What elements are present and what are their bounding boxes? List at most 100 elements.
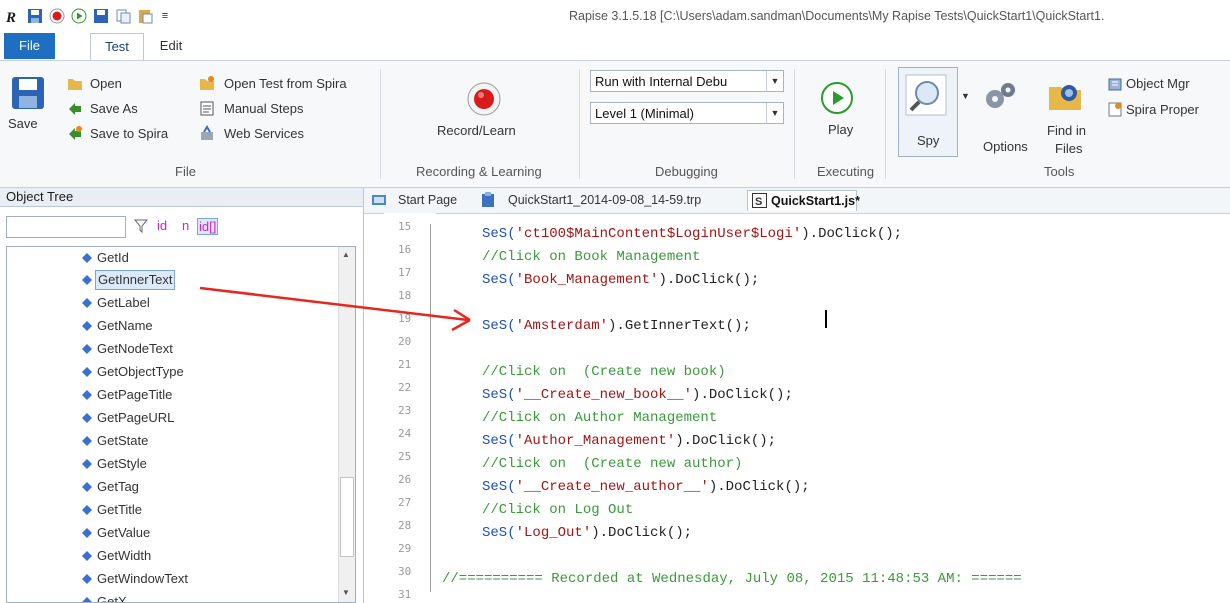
- toggle-id-h[interactable]: id[]: [197, 218, 219, 235]
- save-button[interactable]: Save: [8, 116, 38, 131]
- scroll-down-icon[interactable]: ▼: [342, 588, 350, 597]
- code-line[interactable]: SeS('__Create_new_book__').DoClick();: [482, 387, 793, 403]
- tree-item[interactable]: GetState: [82, 430, 150, 451]
- object-tree: GetId GetInnerText GetLabel GetName GetN…: [6, 246, 356, 603]
- open-test-from-spira-button[interactable]: Open Test from Spira: [224, 76, 347, 91]
- tab-test[interactable]: Test: [90, 33, 144, 60]
- method-icon: [82, 316, 92, 331]
- tree-item[interactable]: GetObjectType: [82, 361, 186, 382]
- object-mgr-button[interactable]: Object Mgr: [1126, 76, 1190, 91]
- code-line[interactable]: SeS('ct100$MainContent$LoginUser$Logi').…: [482, 226, 902, 242]
- scrollbar-thumb[interactable]: [340, 477, 354, 557]
- executing-group-label: Executing: [817, 164, 875, 179]
- tree-item[interactable]: GetId: [82, 247, 131, 268]
- code-line[interactable]: //Click on Author Management: [482, 410, 717, 426]
- tree-item[interactable]: GetNodeText: [82, 338, 175, 359]
- code-line[interactable]: //Click on Book Management: [482, 249, 700, 265]
- tree-item[interactable]: GetWidth: [82, 545, 153, 566]
- tree-item[interactable]: GetTag: [82, 476, 141, 497]
- filter-icon[interactable]: [134, 219, 148, 233]
- tab-trp-file[interactable]: QuickStart1_2014-09-08_14-59.trp: [508, 193, 701, 207]
- file-group-label: File: [175, 164, 196, 179]
- line-number: 27: [398, 496, 412, 509]
- line-number-gutter: 15 16 17 18 19 20 21 22 23 24 25 26 27 2…: [384, 213, 436, 603]
- method-icon: [82, 248, 92, 263]
- tab-js-file[interactable]: S QuickStart1.js*: [747, 190, 860, 211]
- save-qat-icon[interactable]: [26, 7, 44, 25]
- customize-qat-icon[interactable]: ≡: [156, 7, 174, 25]
- tab-file[interactable]: File: [4, 33, 55, 59]
- tab-start-page[interactable]: Start Page: [398, 193, 457, 207]
- tab-edit[interactable]: Edit: [152, 33, 190, 59]
- options-button[interactable]: Options: [983, 139, 1028, 154]
- svg-text:S: S: [755, 196, 762, 208]
- tree-scrollbar[interactable]: ▲ ▼: [338, 247, 355, 602]
- play-button[interactable]: Play: [828, 122, 853, 137]
- code-line[interactable]: //Click on Log Out: [482, 502, 633, 518]
- record-learn-button[interactable]: Record/Learn: [437, 123, 516, 138]
- save-as-icon: [69, 103, 81, 115]
- toggle-n[interactable]: n: [182, 218, 189, 233]
- ribbon: Save Open Save As Save to Spira Open Tes…: [0, 60, 1230, 188]
- code-token: SeS(: [482, 525, 516, 541]
- find-in-files-button-line2[interactable]: Files: [1055, 141, 1082, 156]
- code-line[interactable]: //Click on (Create new book): [482, 364, 726, 380]
- method-icon: [82, 431, 92, 446]
- spy-dropdown-icon[interactable]: ▼: [961, 91, 970, 101]
- tree-item-label: GetLabel: [97, 295, 150, 310]
- tree-item[interactable]: GetX: [82, 591, 129, 602]
- code-line[interactable]: SeS('__Create_new_author__').DoClick();: [482, 479, 810, 495]
- paste-qat-icon[interactable]: [136, 7, 154, 25]
- code-token: SeS(: [482, 479, 516, 495]
- tree-item[interactable]: GetStyle: [82, 453, 149, 474]
- line-number: 18: [398, 289, 412, 302]
- find-in-files-button[interactable]: Find in: [1047, 123, 1086, 138]
- code-token: ).DoClick();: [591, 525, 693, 541]
- tree-item[interactable]: GetWindowText: [82, 568, 190, 589]
- line-number: 16: [398, 243, 412, 256]
- line-number: 20: [398, 335, 412, 348]
- code-line[interactable]: //Click on (Create new author): [482, 456, 742, 472]
- toggle-id[interactable]: id: [157, 218, 167, 233]
- save-as-button[interactable]: Save As: [90, 101, 138, 116]
- group-divider: [794, 69, 795, 179]
- debug-level-select[interactable]: Level 1 (Minimal) ▼: [590, 102, 784, 124]
- tree-item-selected[interactable]: GetInnerText: [82, 269, 176, 290]
- code-line[interactable]: SeS('Log_Out').DoClick();: [482, 525, 692, 541]
- manual-steps-button[interactable]: Manual Steps: [224, 101, 304, 116]
- tree-item[interactable]: GetName: [82, 315, 155, 336]
- tree-item[interactable]: GetTitle: [82, 499, 144, 520]
- tree-item[interactable]: GetLabel: [82, 292, 152, 313]
- spira-properties-button[interactable]: Spira Proper: [1126, 102, 1199, 117]
- code-token: ).DoClick();: [708, 479, 810, 495]
- play-icon[interactable]: [820, 81, 854, 115]
- run-mode-value: Run with Internal Debu: [595, 74, 728, 89]
- copy-qat-icon[interactable]: [114, 7, 132, 25]
- method-icon: [82, 592, 92, 602]
- spy-button[interactable]: Spy: [898, 67, 958, 157]
- play-qat-icon[interactable]: [70, 7, 88, 25]
- open-button[interactable]: Open: [90, 76, 122, 91]
- method-icon: [82, 339, 92, 354]
- object-tree-filter-input[interactable]: [6, 216, 126, 238]
- tree-item-label: GetWindowText: [97, 571, 189, 586]
- code-line[interactable]: SeS('Author_Management').DoClick();: [482, 433, 776, 449]
- line-number: 17: [398, 266, 412, 279]
- scroll-up-icon[interactable]: ▲: [342, 250, 350, 259]
- run-mode-select[interactable]: Run with Internal Debu ▼: [590, 70, 784, 92]
- record-icon[interactable]: [466, 81, 502, 117]
- web-services-button[interactable]: Web Services: [224, 126, 304, 141]
- code-token: ).DoClick();: [675, 433, 777, 449]
- tree-item[interactable]: GetPageURL: [82, 407, 176, 428]
- tree-item[interactable]: GetValue: [82, 522, 152, 543]
- tree-item[interactable]: GetPageTitle: [82, 384, 174, 405]
- code-line[interactable]: SeS('Book_Management').DoClick();: [482, 272, 759, 288]
- code-line[interactable]: //========== Recorded at Wednesday, July…: [442, 571, 1022, 587]
- save-all-qat-icon[interactable]: [92, 7, 110, 25]
- save-to-spira-button[interactable]: Save to Spira: [90, 126, 168, 141]
- code-token: SeS(: [482, 387, 516, 403]
- code-line-current[interactable]: SeS('Amsterdam').GetInnerText();: [482, 318, 751, 334]
- save-large-icon[interactable]: [10, 75, 46, 111]
- record-qat-icon[interactable]: [48, 7, 66, 25]
- tree-item-label: GetPageURL: [97, 410, 175, 425]
